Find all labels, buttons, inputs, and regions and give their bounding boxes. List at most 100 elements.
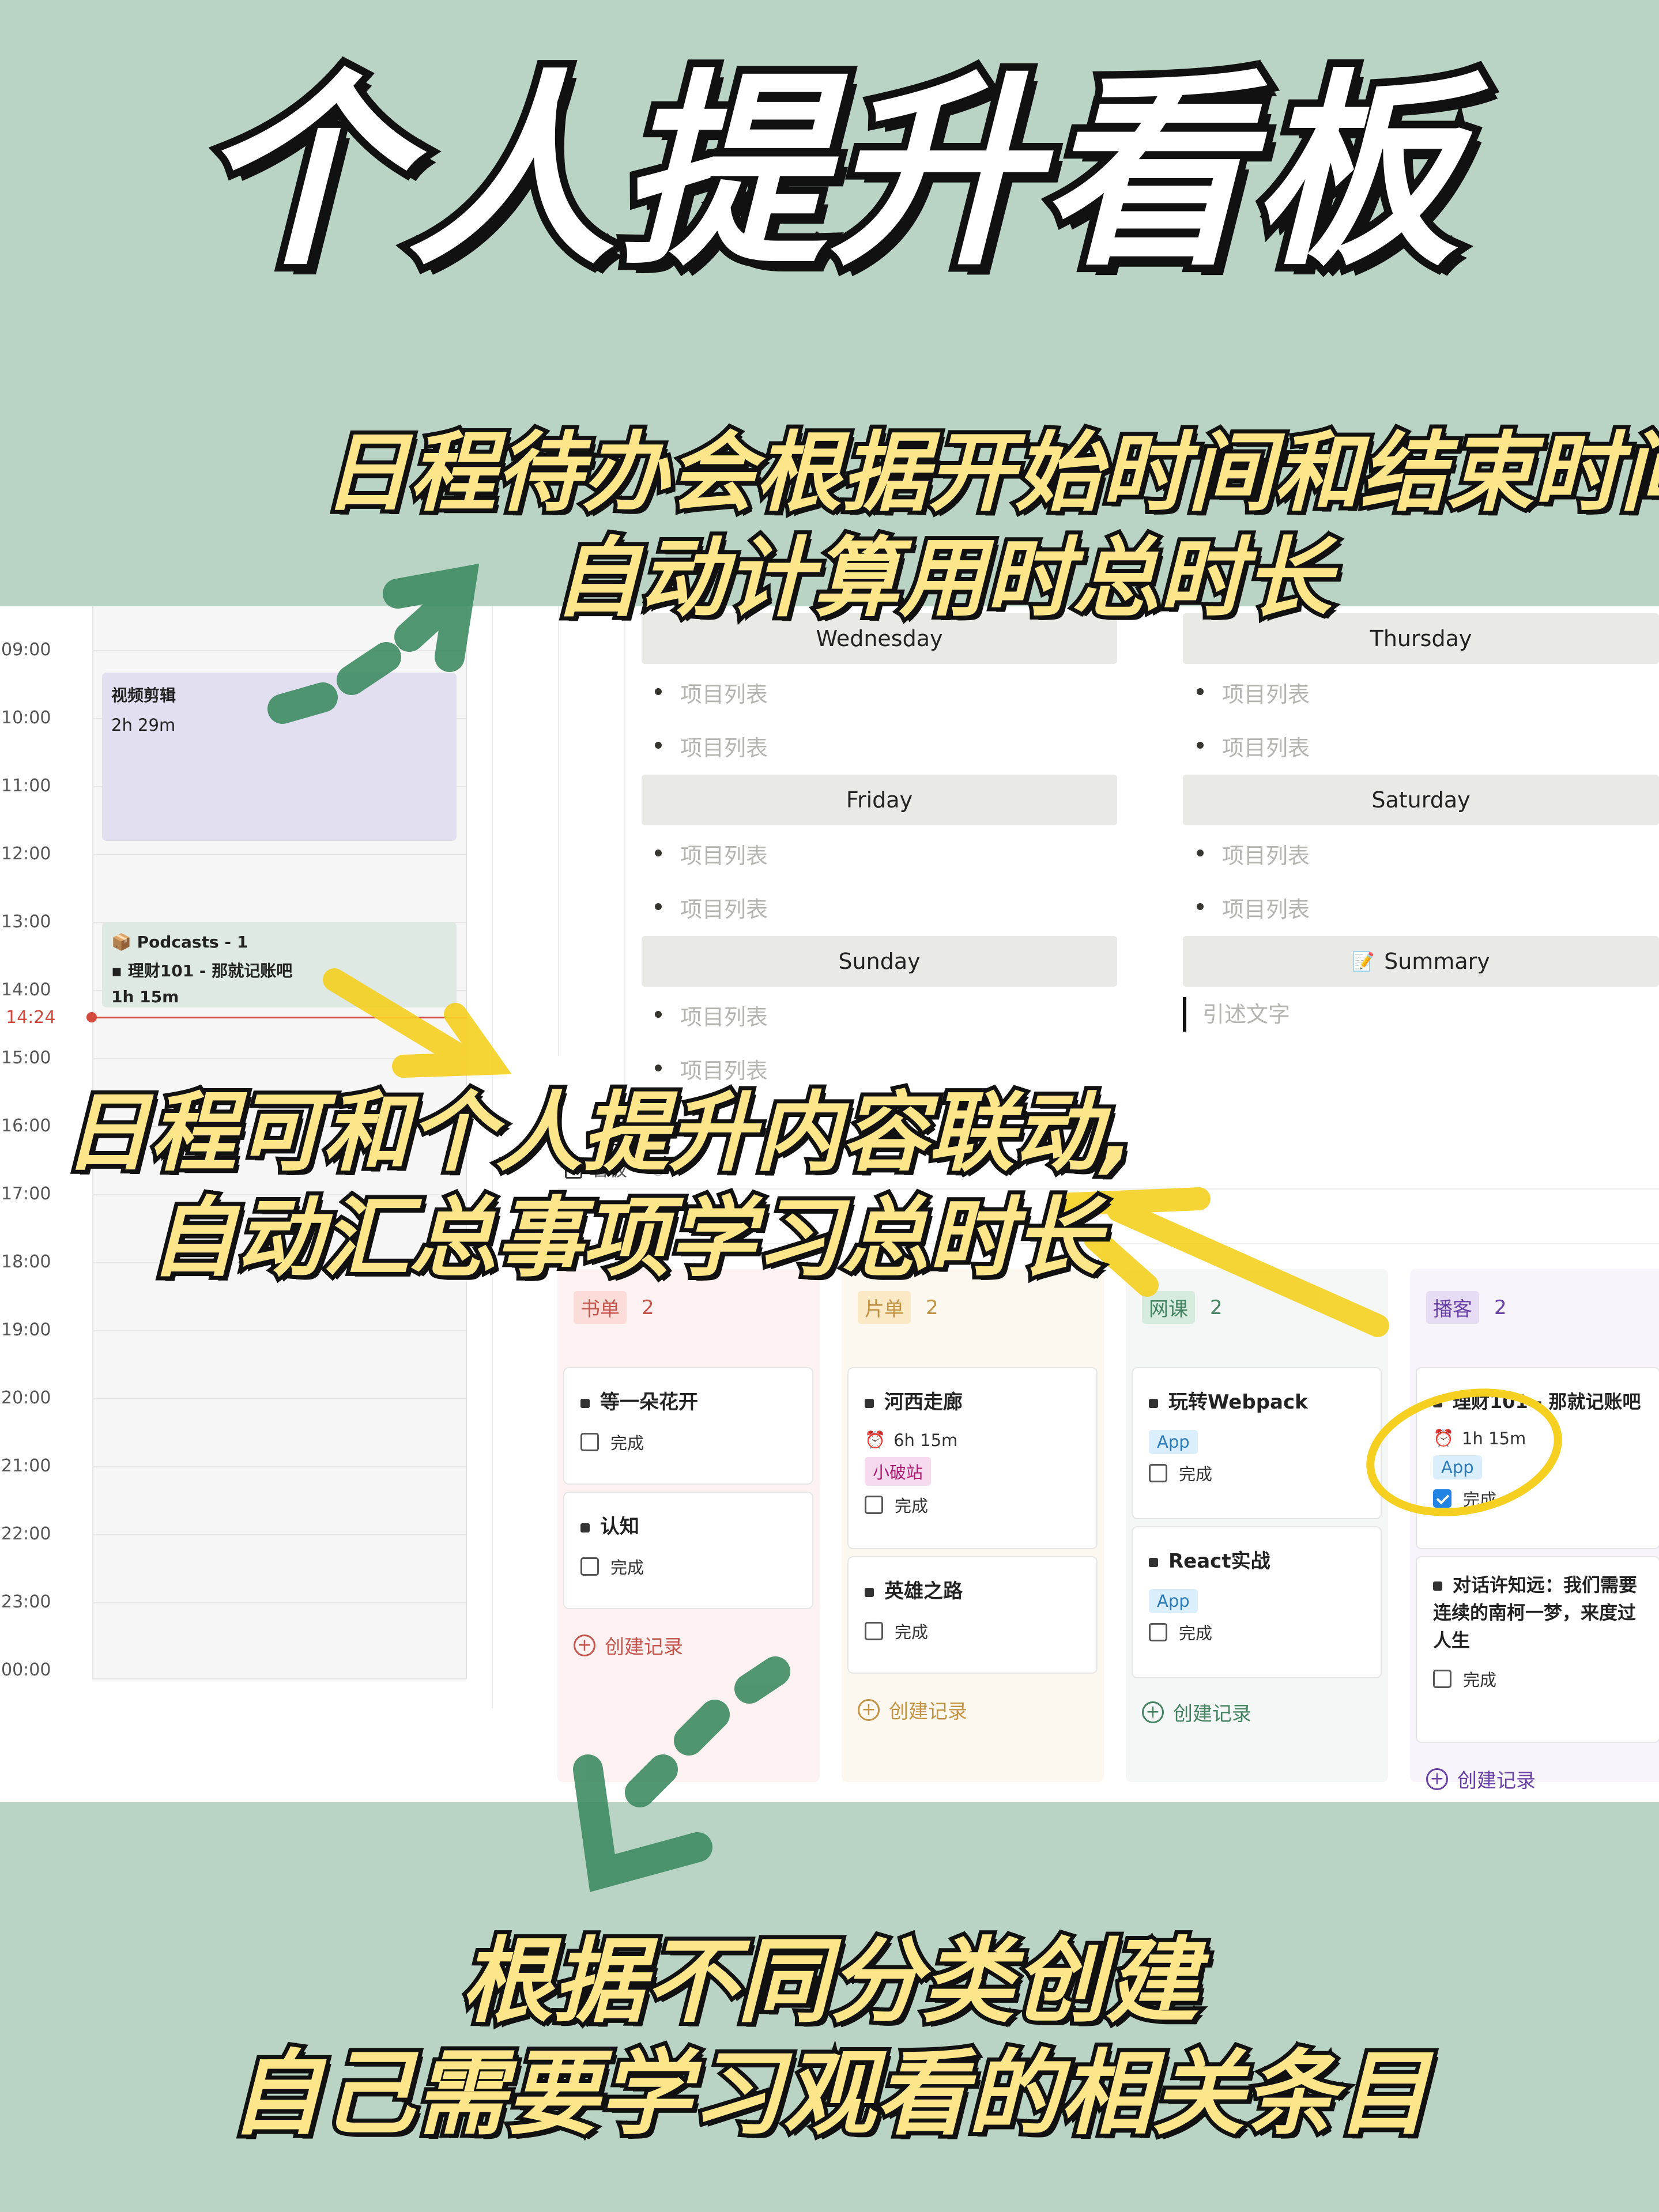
done-label: 完成 [1463, 1670, 1497, 1690]
done-checkbox[interactable] [865, 1496, 883, 1514]
hour-line [92, 1058, 467, 1059]
hour-label: 20:00 [1, 1388, 51, 1408]
hour-label: 17:00 [1, 1184, 51, 1204]
plus-icon: + [1142, 1701, 1164, 1723]
kanban-card[interactable]: 认知 完成 [564, 1493, 812, 1608]
done-checkbox[interactable] [580, 1433, 599, 1451]
caption-middle-line2: 自动汇总事项学习总时长 [146, 1184, 1105, 1293]
list-item[interactable]: 项目列表 [654, 730, 768, 762]
done-label: 完成 [610, 1433, 644, 1453]
hour-label: 00:00 [1, 1660, 51, 1680]
list-item[interactable]: 项目列表 [1196, 892, 1310, 923]
kanban-column-films: 片单 2 河西走廊 ⏰ 6h 15m 小破站 完成 英雄之路 完成 + 创建记录 [842, 1269, 1104, 1782]
new-record-label: 创建记录 [1173, 1703, 1251, 1726]
event-duration: 1h 15m [111, 987, 179, 1006]
day-header-summary[interactable]: 📝 Summary [1183, 936, 1659, 987]
plus-icon: + [574, 1634, 595, 1656]
column-count: 2 [1494, 1296, 1507, 1319]
card-duration: 6h 15m [893, 1430, 958, 1450]
list-item[interactable]: 项目列表 [654, 838, 768, 870]
list-item[interactable]: 项目列表 [1196, 677, 1310, 708]
hour-line [92, 1330, 467, 1331]
kanban-column-courses: 网课 2 玩转Webpack App 完成 React实战 App 完成 + 创建… [1126, 1269, 1388, 1782]
new-record-button[interactable]: + 创建记录 [858, 1696, 967, 1724]
card-title: 玩转Webpack [1149, 1388, 1364, 1417]
caption-top-line1: 日程待办会根据开始时间和结束时间 [319, 419, 1659, 527]
done-checkbox[interactable] [1149, 1623, 1167, 1641]
hour-label: 22:00 [1, 1524, 51, 1544]
card-tag: 小破站 [865, 1457, 932, 1486]
list-item[interactable]: 项目列表 [1196, 838, 1310, 870]
list-item[interactable]: 项目列表 [654, 677, 768, 708]
hour-label: 11:00 [1, 776, 51, 796]
new-record-button[interactable]: + 创建记录 [1142, 1698, 1251, 1726]
new-record-label: 创建记录 [1457, 1769, 1536, 1792]
list-item[interactable]: 项目列表 [654, 892, 768, 923]
alarm-clock-icon: ⏰ [865, 1430, 886, 1449]
kanban-card[interactable]: 玩转Webpack App 完成 [1133, 1368, 1381, 1518]
hour-label: 15:00 [1, 1048, 51, 1068]
hour-line [92, 1466, 467, 1467]
done-label: 完成 [1179, 1624, 1213, 1643]
headline: 个人提升看板 [189, 52, 1466, 293]
hour-label: 19:00 [1, 1320, 51, 1340]
box-icon: 📦 [111, 933, 131, 952]
list-item[interactable]: 项目列表 [1196, 730, 1310, 762]
kanban-column-books: 书单 2 等一朵花开 完成 认知 完成 + 创建记录 [557, 1269, 820, 1782]
new-record-label: 创建记录 [889, 1700, 967, 1723]
day-header-friday[interactable]: Friday [642, 775, 1117, 825]
new-record-button[interactable]: + 创建记录 [1426, 1765, 1536, 1793]
hour-label: 13:00 [1, 912, 51, 932]
column-tag[interactable]: 片单 [858, 1291, 911, 1324]
hour-label: 14:00 [1, 980, 51, 1000]
alarm-clock-icon: ⏰ [1433, 1428, 1454, 1448]
done-checkbox[interactable] [1149, 1464, 1167, 1482]
event-title: 视频剪辑 [111, 686, 176, 705]
card-title: React实战 [1149, 1547, 1364, 1576]
event-duration: 2h 29m [111, 715, 176, 735]
done-label: 完成 [1463, 1490, 1497, 1509]
caption-top: 日程待办会根据开始时间和结束时间 自动计算用时总时长 [319, 419, 1659, 633]
kanban-card[interactable]: 理财101 - 那就记账吧 ⏰ 1h 15m App 完成 [1417, 1368, 1659, 1548]
done-label: 完成 [610, 1558, 644, 1577]
done-checkbox[interactable] [1433, 1670, 1451, 1688]
done-checkbox[interactable] [865, 1622, 883, 1640]
done-checkbox-checked[interactable] [1433, 1489, 1451, 1508]
hour-line [92, 1602, 467, 1603]
summary-quote[interactable]: 引述文字 [1183, 997, 1290, 1032]
calendar-event-video-editing[interactable]: 视频剪辑 2h 29m [102, 673, 457, 841]
card-title: 英雄之路 [865, 1577, 1080, 1606]
hour-label: 12:00 [1, 844, 51, 864]
day-header-sunday[interactable]: Sunday [642, 936, 1117, 987]
caption-middle-line1: 日程可和个人提升内容联动, [59, 1079, 1138, 1187]
plus-icon: + [858, 1698, 880, 1721]
list-item[interactable]: 项目列表 [654, 1053, 768, 1085]
kanban-card[interactable]: 对话许知远：我们需要连续的南柯一梦，来度过人生 完成 [1417, 1557, 1659, 1742]
column-count: 2 [1210, 1296, 1223, 1319]
card-duration: 1h 15m [1462, 1428, 1526, 1448]
calendar-event-podcast[interactable]: 📦 Podcasts - 1 ▪ 理财101 - 那就记账吧 1h 15m [102, 922, 457, 1007]
kanban-card[interactable]: React实战 App 完成 [1133, 1527, 1381, 1677]
kanban-card[interactable]: 河西走廊 ⏰ 6h 15m 小破站 完成 [849, 1368, 1096, 1548]
column-tag[interactable]: 网课 [1142, 1291, 1195, 1324]
list-item[interactable]: 项目列表 [654, 999, 768, 1031]
square-icon: ▪ [111, 961, 122, 980]
new-record-button[interactable]: + 创建记录 [574, 1631, 683, 1659]
kanban-card[interactable]: 英雄之路 完成 [849, 1557, 1096, 1673]
hour-label: 16:00 [1, 1116, 51, 1136]
column-tag[interactable]: 播客 [1426, 1291, 1479, 1324]
column-tag[interactable]: 书单 [574, 1291, 627, 1324]
card-tag: App [1149, 1589, 1198, 1613]
day-header-saturday[interactable]: Saturday [1183, 775, 1659, 825]
hour-label: 23:00 [1, 1592, 51, 1612]
hour-label: 18:00 [1, 1252, 51, 1272]
event-subtitle: 理财101 - 那就记账吧 [127, 961, 293, 980]
card-title: 河西走廊 [865, 1388, 1080, 1417]
hour-line [92, 854, 467, 855]
summary-label: Summary [1384, 949, 1490, 974]
done-label: 完成 [895, 1622, 929, 1642]
hour-line [92, 1398, 467, 1399]
done-checkbox[interactable] [580, 1557, 599, 1576]
new-record-label: 创建记录 [605, 1636, 683, 1659]
kanban-card[interactable]: 等一朵花开 完成 [564, 1368, 812, 1484]
